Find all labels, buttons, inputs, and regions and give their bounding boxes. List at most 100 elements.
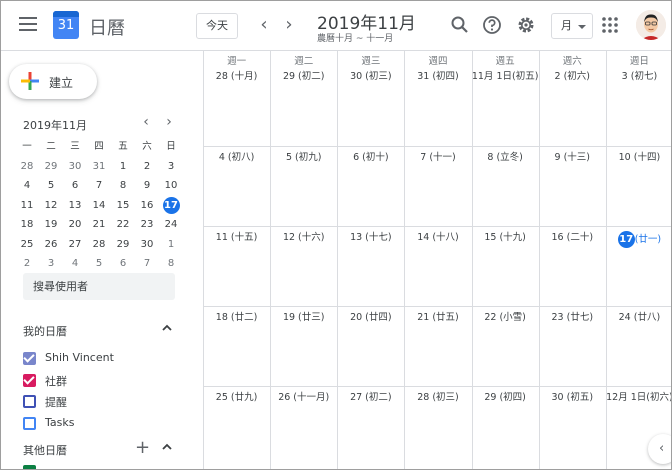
mini-day[interactable]: 4 <box>63 254 87 274</box>
mini-day[interactable]: 3 <box>39 254 63 274</box>
day-cell[interactable]: 19 (廿三) <box>270 306 337 386</box>
day-cell[interactable]: 23 (廿七) <box>539 306 606 386</box>
day-label[interactable]: 26 (十一月) <box>270 391 337 405</box>
mini-day[interactable]: 17 <box>159 196 183 216</box>
day-label[interactable]: 19 (廿三) <box>270 311 337 325</box>
day-label[interactable]: 4 (初八) <box>203 151 270 165</box>
day-cell[interactable]: 週四 31 (初四) <box>404 51 471 146</box>
day-cell[interactable]: 28 (初三) <box>404 386 471 469</box>
day-label[interactable]: 13 (十七) <box>337 231 404 245</box>
day-cell[interactable]: 9 (十三) <box>539 146 606 226</box>
day-cell[interactable]: 13 (十七) <box>337 226 404 306</box>
help-icon[interactable] <box>482 15 502 35</box>
mini-day[interactable]: 6 <box>111 254 135 274</box>
mini-day[interactable]: 8 <box>111 176 135 196</box>
collapse-my-calendars-icon[interactable] <box>161 323 173 336</box>
day-label[interactable]: 3 (初七) <box>606 70 671 84</box>
mini-day[interactable]: 12 <box>39 196 63 216</box>
day-cell[interactable]: 7 (十一) <box>404 146 471 226</box>
day-cell[interactable]: 6 (初十) <box>337 146 404 226</box>
view-selector-dropdown[interactable]: 月 <box>551 13 593 39</box>
mini-day[interactable]: 27 <box>63 235 87 255</box>
day-cell[interactable]: 14 (十八) <box>404 226 471 306</box>
other-calendar-checkbox-partial[interactable] <box>23 465 36 469</box>
mini-day[interactable]: 14 <box>87 196 111 216</box>
day-label[interactable]: 29 (初四) <box>472 391 539 405</box>
day-cell[interactable]: 10 (十四) <box>606 146 671 226</box>
mini-day[interactable]: 19 <box>39 215 63 235</box>
day-cell[interactable]: 週一 28 (十月) <box>203 51 270 146</box>
account-avatar[interactable] <box>636 10 666 40</box>
day-label[interactable]: 27 (初二) <box>337 391 404 405</box>
day-label[interactable]: 30 (初三) <box>337 70 404 84</box>
search-people-input[interactable]: 搜尋使用者 <box>23 273 175 300</box>
day-label[interactable]: 5 (初九) <box>270 151 337 165</box>
mini-day[interactable]: 28 <box>15 157 39 177</box>
mini-day[interactable]: 26 <box>39 235 63 255</box>
day-label[interactable]: 11月 1日(初五) <box>472 70 539 84</box>
mini-day[interactable]: 28 <box>87 235 111 255</box>
mini-day[interactable]: 9 <box>135 176 159 196</box>
day-label[interactable]: 12月 1日(初六) <box>606 391 671 405</box>
day-label[interactable]: 18 (廿二) <box>203 311 270 325</box>
calendar-checkbox[interactable] <box>23 373 36 387</box>
day-cell[interactable]: 15 (十九) <box>472 226 539 306</box>
mini-day[interactable]: 3 <box>159 157 183 177</box>
next-month-button[interactable]: › <box>279 14 299 36</box>
day-label[interactable]: 21 (廿五) <box>404 311 471 325</box>
day-label[interactable]: 22 (小雪) <box>472 311 539 325</box>
day-label[interactable]: 16 (二十) <box>539 231 606 245</box>
settings-gear-icon[interactable] <box>516 15 536 35</box>
day-label[interactable]: 7 (十一) <box>404 151 471 165</box>
expand-side-panel-button[interactable]: ‹ <box>648 434 671 464</box>
main-menu-icon[interactable] <box>19 17 37 31</box>
day-label[interactable]: 6 (初十) <box>337 151 404 165</box>
today-date-badge[interactable]: 17 <box>617 231 635 248</box>
mini-day[interactable]: 22 <box>111 215 135 235</box>
mini-prev-button[interactable]: ‹ <box>138 114 154 130</box>
day-label[interactable]: 23 (廿七) <box>539 311 606 325</box>
apps-grid-icon[interactable] <box>600 15 620 35</box>
day-cell[interactable]: 18 (廿二) <box>203 306 270 386</box>
mini-day[interactable]: 24 <box>159 215 183 235</box>
calendar-checkbox[interactable] <box>23 395 36 408</box>
day-cell[interactable]: 27 (初二) <box>337 386 404 469</box>
mini-day[interactable]: 1 <box>111 157 135 177</box>
add-other-calendar-icon[interactable]: + <box>135 437 150 458</box>
mini-day[interactable]: 21 <box>87 215 111 235</box>
mini-day[interactable]: 18 <box>15 215 39 235</box>
day-cell[interactable]: 5 (初九) <box>270 146 337 226</box>
day-label[interactable]: 20 (廿四) <box>337 311 404 325</box>
mini-day[interactable]: 29 <box>111 235 135 255</box>
day-cell[interactable]: 週日 3 (初七) <box>606 51 671 146</box>
day-cell[interactable]: 16 (二十) <box>539 226 606 306</box>
day-label[interactable]: 9 (十三) <box>539 151 606 165</box>
day-label[interactable]: 14 (十八) <box>404 231 471 245</box>
mini-day[interactable]: 10 <box>159 176 183 196</box>
mini-day[interactable]: 25 <box>15 235 39 255</box>
my-calendars-title[interactable]: 我的日曆 <box>23 323 67 339</box>
day-label[interactable]: 11 (十五) <box>203 231 270 245</box>
mini-day[interactable]: 7 <box>135 254 159 274</box>
day-cell[interactable]: 12 (十六) <box>270 226 337 306</box>
day-label[interactable]: 31 (初四) <box>404 70 471 84</box>
day-cell[interactable]: 17 (廿一) <box>606 226 671 306</box>
day-label[interactable]: 12 (十六) <box>270 231 337 245</box>
mini-day[interactable]: 29 <box>39 157 63 177</box>
day-label[interactable]: 8 (立冬) <box>472 151 539 165</box>
mini-day[interactable]: 15 <box>111 196 135 216</box>
collapse-other-calendars-icon[interactable] <box>161 442 173 455</box>
mini-day[interactable]: 20 <box>63 215 87 235</box>
calendar-checkbox[interactable] <box>23 352 36 365</box>
day-cell[interactable]: 週三 30 (初三) <box>337 51 404 146</box>
mini-day[interactable]: 11 <box>15 196 39 216</box>
day-cell[interactable]: 11 (十五) <box>203 226 270 306</box>
day-cell[interactable]: 30 (初五) <box>539 386 606 469</box>
day-cell[interactable]: 22 (小雪) <box>472 306 539 386</box>
day-label[interactable]: 15 (十九) <box>472 231 539 245</box>
day-cell[interactable]: 25 (廿九) <box>203 386 270 469</box>
day-cell[interactable]: 週六 2 (初六) <box>539 51 606 146</box>
day-cell[interactable]: 21 (廿五) <box>404 306 471 386</box>
day-cell[interactable]: 29 (初四) <box>472 386 539 469</box>
day-label[interactable]: 28 (初三) <box>404 391 471 405</box>
